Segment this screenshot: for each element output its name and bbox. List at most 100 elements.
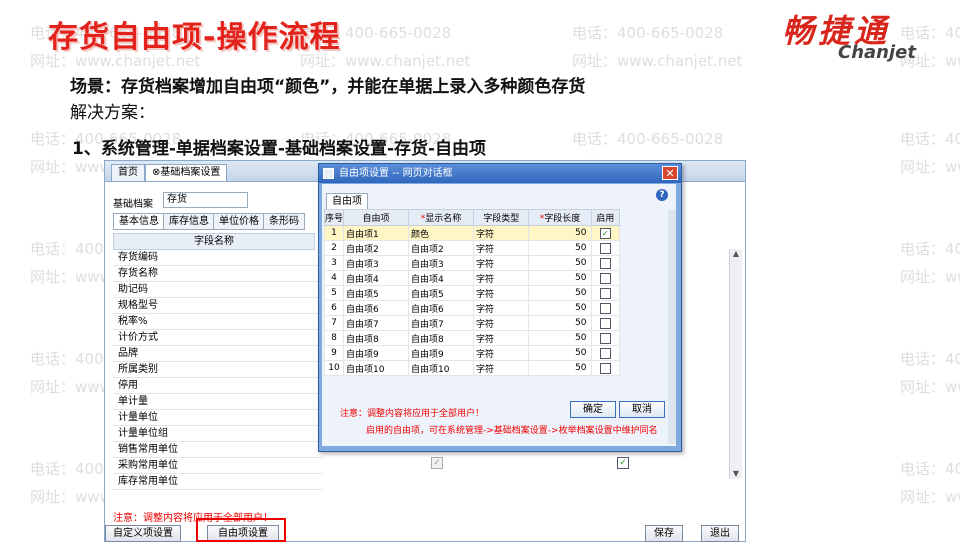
field-row[interactable]: 品牌 (113, 346, 323, 362)
dialog-title-bar[interactable]: 自由项设置 -- 网页对话框 ✕ (319, 164, 681, 183)
subtab-basic-info[interactable]: 基本信息 (113, 213, 165, 230)
close-icon[interactable]: ✕ (662, 166, 678, 180)
custom-item-settings-button[interactable]: 自定义项设置 (105, 525, 181, 542)
subtab-unit-price[interactable]: 单位价格 (213, 213, 265, 230)
grid-cell-type: 字符 (473, 240, 530, 256)
subtab-barcode[interactable]: 条形码 (263, 213, 305, 230)
field-row[interactable]: 库存常用单位 (113, 474, 323, 490)
enable-checkbox[interactable] (599, 362, 611, 374)
grid-cell-length[interactable]: 50 (528, 285, 592, 301)
field-row[interactable]: 存货名称 (113, 266, 323, 282)
grid-row[interactable]: 6 自由项6 自由项6 字符 50 (324, 300, 621, 316)
grid-cell-length[interactable]: 50 (528, 330, 592, 346)
field-row[interactable]: 销售常用单位 (113, 442, 323, 458)
highlight-frame (196, 518, 286, 542)
grid-row[interactable]: 4 自由项4 自由项4 字符 50 (324, 270, 621, 286)
field-row[interactable]: 规格型号 (113, 298, 323, 314)
grid-row[interactable]: 1 自由项1 颜色 字符 50 ✓ (324, 225, 621, 241)
enable-checkbox[interactable] (599, 272, 611, 284)
grid-cell-display[interactable]: 自由项9 (408, 345, 475, 361)
dialog-window-icon (323, 168, 334, 179)
field-row[interactable]: 停用 (113, 378, 323, 394)
grid-cell-length[interactable]: 50 (528, 315, 592, 331)
field-row[interactable]: 助记码 (113, 282, 323, 298)
grid-cell-no: 5 (324, 285, 344, 301)
field-row[interactable]: 计量单位组 (113, 426, 323, 442)
grid-cell-display[interactable]: 自由项8 (408, 330, 475, 346)
save-button[interactable]: 保存 (645, 525, 683, 542)
cancel-button[interactable]: 取消 (619, 401, 665, 418)
solution-heading: 解决方案： (70, 103, 155, 123)
grid-cell-item: 自由项4 (342, 270, 410, 286)
grid-column-header: 字段类型 (473, 209, 530, 226)
grid-cell-length[interactable]: 50 (528, 255, 592, 271)
watermark-phone: 电话：400-665-0028 (900, 240, 960, 258)
grid-cell-length[interactable]: 50 (528, 270, 592, 286)
field-row[interactable]: 单计量 (113, 394, 323, 410)
grid-cell-item: 自由项2 (342, 240, 410, 256)
grid-row[interactable]: 2 自由项2 自由项2 字符 50 (324, 240, 621, 256)
grid-cell-display[interactable]: 自由项3 (408, 255, 475, 271)
grid-row[interactable]: 3 自由项3 自由项3 字符 50 (324, 255, 621, 271)
grid-cell-display[interactable]: 自由项4 (408, 270, 475, 286)
grid-cell-length[interactable]: 50 (528, 240, 592, 256)
field-row[interactable]: 计量单位 (113, 410, 323, 426)
field-row[interactable]: 所属类别 (113, 362, 323, 378)
enable-checkbox[interactable] (599, 302, 611, 314)
enable-checkbox[interactable] (599, 332, 611, 344)
fields-header: 字段名称 (113, 233, 315, 250)
help-icon[interactable]: ? (656, 189, 668, 201)
grid-cell-display[interactable]: 颜色 (408, 225, 475, 241)
enable-checkbox[interactable] (599, 242, 611, 254)
field-row[interactable]: 采购常用单位 (113, 458, 323, 474)
watermark-site: 网址：www.chanjet.net (900, 488, 960, 506)
grid-row[interactable]: 9 自由项9 自由项9 字符 50 (324, 345, 621, 361)
free-item-grid: 序号 自由项 *显示名称 字段类型 *字段长度 启用 1 自由项1 颜色 字符 50 ✓ 2 自由项2 自… (324, 209, 621, 376)
ok-button[interactable]: 确定 (570, 401, 616, 418)
grid-cell-no: 4 (324, 270, 344, 286)
grid-cell-display[interactable]: 自由项6 (408, 300, 475, 316)
grid-cell-length[interactable]: 50 (528, 225, 592, 241)
archive-selector-row: 基础档案 存货 (113, 192, 248, 210)
grid-cell-enabled (590, 270, 621, 286)
grid-row[interactable]: 8 自由项8 自由项8 字符 50 (324, 330, 621, 346)
grid-cell-length[interactable]: 50 (528, 300, 592, 316)
enable-checkbox[interactable] (599, 317, 611, 329)
grid-cell-type: 字符 (473, 360, 530, 376)
grid-cell-display[interactable]: 自由项10 (408, 360, 475, 376)
main-vertical-scrollbar[interactable]: ▲ ▼ (729, 249, 742, 479)
dialog-warning-note: 注意：调整内容将应用于全部用户！ (340, 409, 485, 419)
grid-column-header: *字段长度 (528, 209, 592, 226)
field-checkbox[interactable]: ✓ (617, 457, 629, 469)
grid-cell-no: 2 (324, 240, 344, 256)
watermark-phone: 电话：400-665-0028 (900, 130, 960, 148)
grid-row[interactable]: 10 自由项10 自由项10 字符 50 (324, 360, 621, 376)
field-row[interactable]: 计价方式 (113, 330, 323, 346)
grid-cell-length[interactable]: 50 (528, 360, 592, 376)
grid-cell-display[interactable]: 自由项5 (408, 285, 475, 301)
grid-row[interactable]: 5 自由项5 自由项5 字符 50 (324, 285, 621, 301)
grid-cell-no: 8 (324, 330, 344, 346)
enable-checkbox[interactable] (599, 287, 611, 299)
enable-checkbox[interactable] (599, 257, 611, 269)
grid-cell-display[interactable]: 自由项7 (408, 315, 475, 331)
grid-cell-display[interactable]: 自由项2 (408, 240, 475, 256)
dialog-vertical-scrollbar[interactable] (668, 209, 676, 444)
grid-cell-enabled (590, 255, 621, 271)
tab-home[interactable]: 首页 (111, 164, 145, 181)
exit-button[interactable]: 退出 (701, 525, 739, 542)
tab-basic-archive-settings[interactable]: ⊗基础档案设置 (145, 164, 228, 181)
archive-select[interactable]: 存货 (163, 192, 248, 208)
enable-checkbox[interactable]: ✓ (599, 227, 611, 239)
field-row[interactable]: 存货编码 (113, 250, 323, 266)
grid-cell-length[interactable]: 50 (528, 345, 592, 361)
grid-row[interactable]: 7 自由项7 自由项7 字符 50 (324, 315, 621, 331)
watermark-phone: 电话：400-665-0028 (572, 130, 724, 148)
grid-column-header: 自由项 (342, 209, 410, 226)
field-row[interactable]: 税率% (113, 314, 323, 330)
enable-checkbox[interactable] (599, 347, 611, 359)
archive-label: 基础档案 (113, 199, 153, 210)
subtab-stock-info[interactable]: 库存信息 (163, 213, 215, 230)
tab-free-item[interactable]: 自由项 (326, 193, 368, 209)
grid-cell-item: 自由项3 (342, 255, 410, 271)
